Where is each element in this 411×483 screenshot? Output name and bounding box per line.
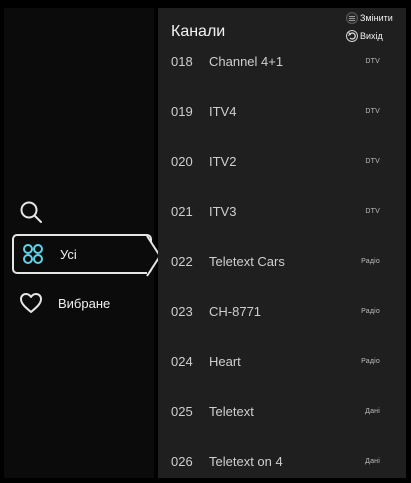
channel-row[interactable]: 023 CH-8771 Радіо <box>158 286 406 336</box>
channel-row[interactable]: 020 ITV2 DTV <box>158 136 406 186</box>
channel-number: 023 <box>171 303 193 319</box>
channel-type: Радіо <box>361 307 380 315</box>
channel-list-panel: Канали Змінити Вихід 018 Channel 4+1 DTV… <box>158 8 406 478</box>
channel-type: DTV <box>365 207 380 215</box>
channel-row[interactable]: 019 ITV4 DTV <box>158 86 406 136</box>
channel-number: 019 <box>171 103 193 119</box>
channel-type: Радіо <box>361 257 380 265</box>
heart-icon <box>16 288 46 318</box>
channel-name: ITV2 <box>209 153 237 169</box>
channel-row[interactable]: 024 Heart Радіо <box>158 336 406 386</box>
channel-type: Дані <box>365 407 380 415</box>
search-icon <box>20 201 42 223</box>
channel-type: DTV <box>365 57 380 65</box>
search-button[interactable] <box>18 199 44 225</box>
category-all-label: Усі <box>60 246 77 262</box>
channel-row[interactable]: 018 Channel 4+1 DTV <box>158 36 406 86</box>
channel-name: ITV3 <box>209 203 237 219</box>
channel-type: Радіо <box>361 357 380 365</box>
channel-type: DTV <box>365 157 380 165</box>
channel-row[interactable]: 021 ITV3 DTV <box>158 186 406 236</box>
channel-number: 021 <box>171 203 193 219</box>
channel-name: Teletext <box>209 403 254 419</box>
channel-type: DTV <box>365 107 380 115</box>
category-favorites-label: Вибране <box>58 295 111 311</box>
channel-name: CH-8771 <box>209 303 262 319</box>
change-hint-label: Змінити <box>360 13 393 23</box>
category-sidebar: Усі Вибране <box>4 8 161 478</box>
channel-name: Heart <box>209 353 241 369</box>
channel-number: 020 <box>171 153 193 169</box>
channel-number: 018 <box>171 53 193 69</box>
channel-row[interactable]: 025 Teletext Дані <box>158 386 406 436</box>
channel-row[interactable]: 026 Teletext on 4 Дані <box>158 436 406 483</box>
channel-type: Дані <box>365 457 380 465</box>
tv-channel-list-screen: Усі Вибране Канали Змінити Вихід 018 Cha… <box>0 0 411 483</box>
channel-name: Teletext Cars <box>209 253 285 269</box>
change-hint[interactable]: Змінити <box>346 12 393 24</box>
category-favorites[interactable]: Вибране <box>12 283 152 323</box>
channel-name: ITV4 <box>209 103 237 119</box>
channel-name: Teletext on 4 <box>209 453 283 469</box>
menu-button-icon <box>346 12 358 24</box>
channel-row[interactable]: 022 Teletext Cars Радіо <box>158 236 406 286</box>
grid-clover-icon <box>18 239 48 269</box>
channel-number: 025 <box>171 403 193 419</box>
channel-number: 026 <box>171 453 193 469</box>
channel-list: 018 Channel 4+1 DTV 019 ITV4 DTV 020 ITV… <box>158 36 406 483</box>
channel-number: 022 <box>171 253 193 269</box>
category-all[interactable]: Усі <box>12 234 152 274</box>
channel-number: 024 <box>171 353 193 369</box>
channel-name: Channel 4+1 <box>209 53 284 69</box>
